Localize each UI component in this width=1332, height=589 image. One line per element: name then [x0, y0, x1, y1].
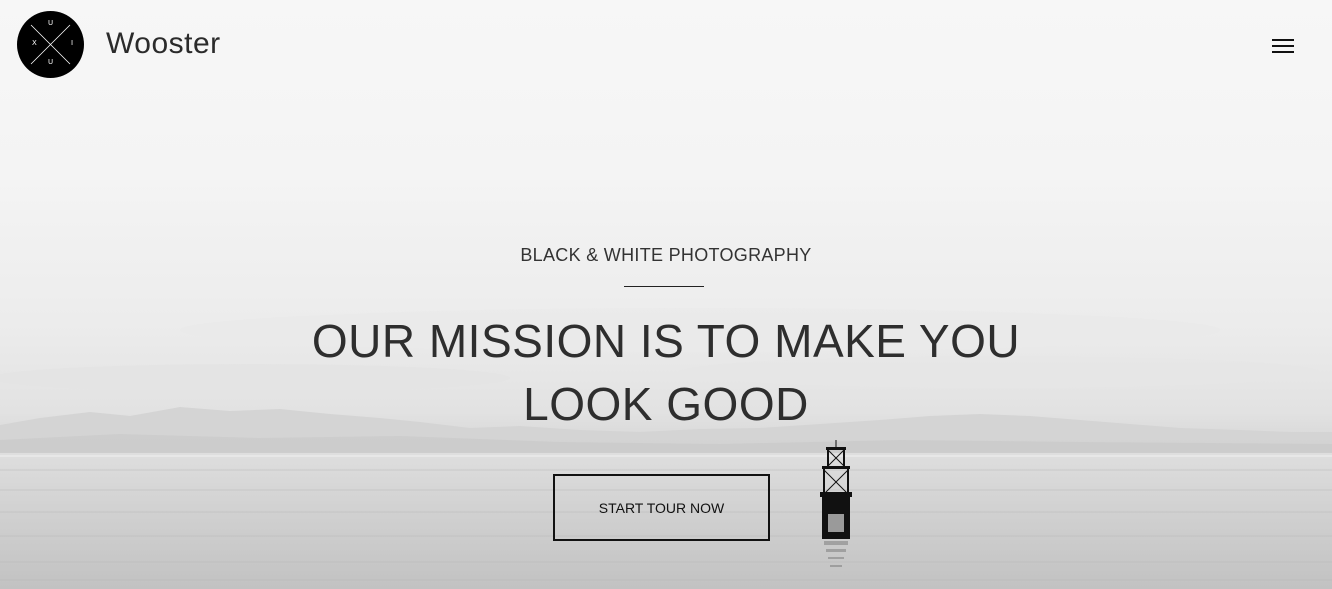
- logo-letter-right: I: [71, 39, 74, 47]
- hero-headline: OUR MISSION IS TO MAKE YOU LOOK GOOD: [311, 315, 1021, 430]
- hero-divider: [624, 286, 704, 287]
- hero-section: U X I U Wooster BLACK & WHITE PHOTOGRAPH…: [0, 0, 1332, 589]
- hamburger-menu-icon[interactable]: [1270, 38, 1296, 56]
- logo-letter-bottom: U: [48, 58, 54, 66]
- logo-letter-left: X: [32, 39, 37, 47]
- menu-bar-middle: [1272, 45, 1294, 47]
- start-tour-button[interactable]: START TOUR NOW: [553, 474, 770, 541]
- logo-letter-top: U: [48, 19, 54, 27]
- brand-name[interactable]: Wooster: [106, 27, 221, 61]
- logo[interactable]: U X I U: [17, 11, 84, 78]
- menu-bar-bottom: [1272, 51, 1294, 53]
- menu-bar-top: [1272, 39, 1294, 41]
- hero-eyebrow: BLACK & WHITE PHOTOGRAPHY: [520, 245, 812, 265]
